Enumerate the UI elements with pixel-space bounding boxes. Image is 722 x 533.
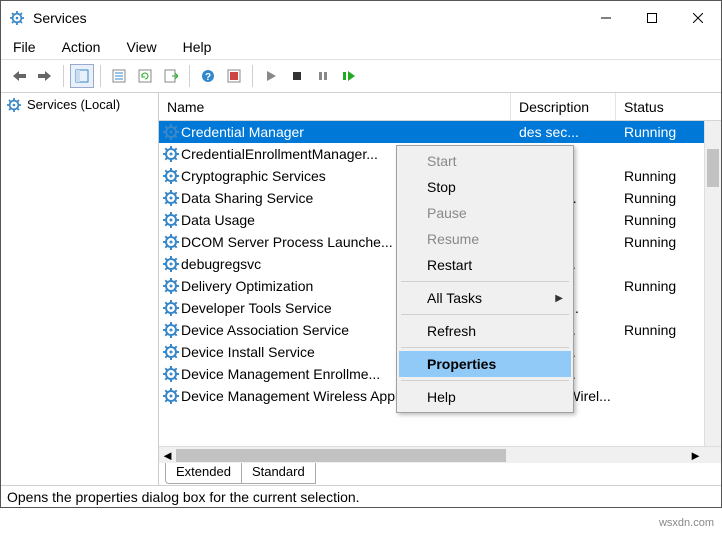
menu-action[interactable]: Action	[58, 37, 105, 57]
tab-extended[interactable]: Extended	[165, 463, 242, 484]
chevron-right-icon: ▶	[555, 293, 563, 304]
menubar: File Action View Help	[1, 35, 721, 59]
menu-refresh[interactable]: Refresh	[399, 318, 571, 344]
restart-button[interactable]	[337, 64, 361, 88]
export-button[interactable]	[159, 64, 183, 88]
service-name: debugregsvc	[181, 256, 261, 272]
statusbar-text: Opens the properties dialog box for the …	[7, 489, 360, 505]
refresh-button[interactable]	[133, 64, 157, 88]
service-name: Data Sharing Service	[181, 190, 313, 206]
window-title: Services	[33, 10, 583, 26]
horizontal-scrollbar[interactable]: ◄ ►	[159, 446, 721, 463]
maximize-button[interactable]	[629, 3, 675, 33]
close-button[interactable]	[675, 3, 721, 33]
gear-icon	[163, 256, 179, 272]
menu-stop[interactable]: Stop	[399, 174, 571, 200]
list-header: Name Description Status	[159, 93, 721, 121]
menu-resume[interactable]: Resume	[399, 226, 571, 252]
gear-icon	[163, 168, 179, 184]
tab-standard[interactable]: Standard	[242, 463, 316, 484]
app-icon	[9, 10, 25, 26]
menu-all-tasks[interactable]: All Tasks▶	[399, 285, 571, 311]
svg-text:?: ?	[205, 72, 211, 83]
forward-button[interactable]	[33, 64, 57, 88]
gear-icon	[163, 278, 179, 294]
gear-icon	[163, 300, 179, 316]
sidebar-item-label: Services (Local)	[27, 97, 120, 112]
gear-icon	[7, 98, 21, 112]
start-button[interactable]	[259, 64, 283, 88]
menu-file[interactable]: File	[9, 37, 40, 57]
gear-icon	[163, 322, 179, 338]
service-name: Cryptographic Services	[181, 168, 326, 184]
back-button[interactable]	[7, 64, 31, 88]
help-button[interactable]: ?	[196, 64, 220, 88]
sidebar: Services (Local)	[1, 93, 159, 485]
statusbar: Opens the properties dialog box for the …	[1, 485, 721, 507]
gear-icon	[163, 344, 179, 360]
vertical-scrollbar[interactable]	[704, 121, 721, 446]
services-window: Services File Action View Help ? Service	[0, 0, 722, 508]
gear-icon	[163, 212, 179, 228]
service-name: Delivery Optimization	[181, 278, 313, 294]
service-name: CredentialEnrollmentManager...	[181, 146, 378, 162]
menu-restart[interactable]: Restart	[399, 252, 571, 278]
service-name: Data Usage	[181, 212, 255, 228]
column-name[interactable]: Name	[159, 93, 511, 120]
scroll-left-icon[interactable]: ◄	[159, 447, 176, 464]
column-description[interactable]: Description	[511, 93, 616, 120]
menu-help[interactable]: Help	[179, 37, 216, 57]
service-desc: des sec...	[511, 124, 616, 140]
service-name: DCOM Server Process Launche...	[181, 234, 393, 250]
gear-icon	[163, 366, 179, 382]
toolbar-icon[interactable]	[222, 64, 246, 88]
menu-help[interactable]: Help	[399, 384, 571, 410]
titlebar[interactable]: Services	[1, 1, 721, 35]
minimize-button[interactable]	[583, 3, 629, 33]
gear-icon	[163, 234, 179, 250]
gear-icon	[163, 190, 179, 206]
service-name: Device Association Service	[181, 322, 349, 338]
context-menu: Start Stop Pause Resume Restart All Task…	[396, 145, 574, 413]
properties-button[interactable]	[107, 64, 131, 88]
pause-button[interactable]	[311, 64, 335, 88]
menu-view[interactable]: View	[122, 37, 160, 57]
service-name: Device Install Service	[181, 344, 315, 360]
service-name: Device Management Enrollme...	[181, 366, 380, 382]
stop-button[interactable]	[285, 64, 309, 88]
sidebar-item-services-local[interactable]: Services (Local)	[1, 93, 158, 116]
service-name: Developer Tools Service	[181, 300, 332, 316]
gear-icon	[163, 388, 179, 404]
watermark: wsxdn.com	[657, 517, 716, 529]
tabstrip: Extended Standard	[159, 463, 721, 485]
column-status[interactable]: Status	[616, 93, 721, 120]
menu-pause[interactable]: Pause	[399, 200, 571, 226]
menu-properties[interactable]: Properties	[399, 351, 571, 377]
gear-icon	[163, 146, 179, 162]
gear-icon	[163, 124, 179, 140]
table-row[interactable]: Credential Managerdes sec...Running	[159, 121, 721, 143]
show-hide-tree-button[interactable]	[70, 64, 94, 88]
menu-start[interactable]: Start	[399, 148, 571, 174]
service-name: Credential Manager	[181, 124, 304, 140]
toolbar: ?	[1, 59, 721, 93]
scroll-right-icon[interactable]: ►	[687, 447, 704, 464]
